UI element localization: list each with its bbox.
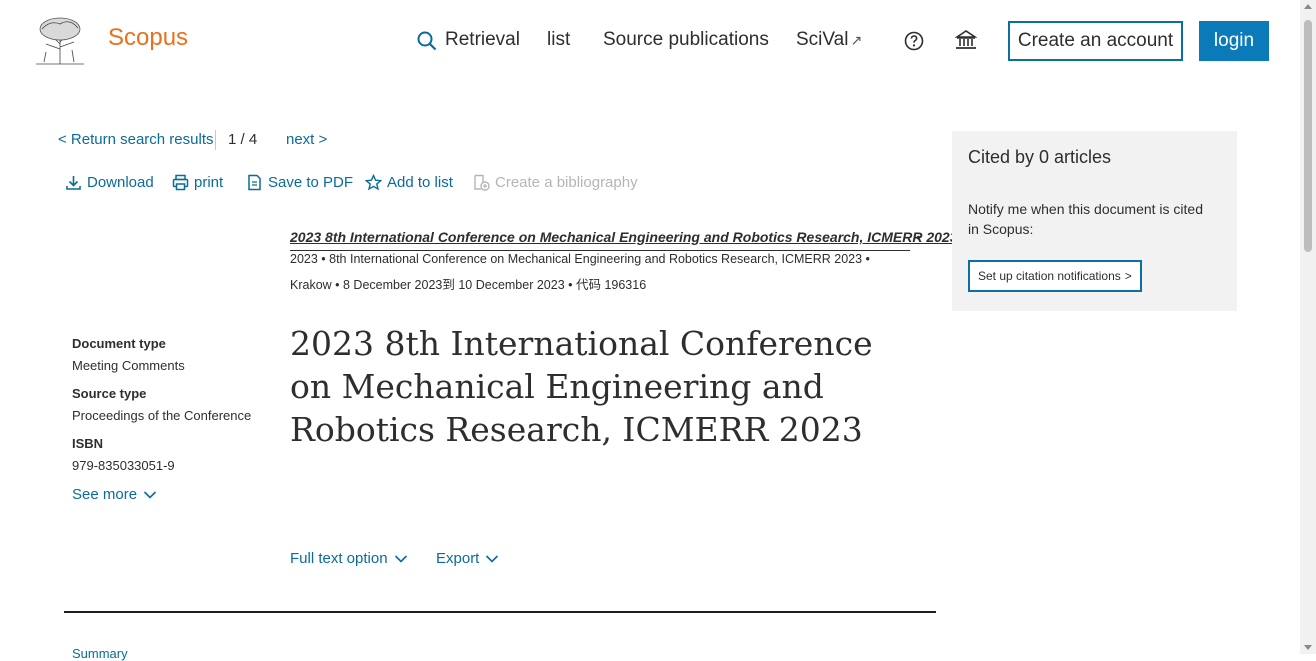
nav-scival-label: SciVal	[796, 29, 849, 50]
cited-by-heading: Cited by 0 articles	[968, 147, 1112, 167]
help-icon[interactable]	[904, 31, 924, 51]
create-account-button[interactable]: Create an account	[1008, 21, 1183, 61]
section-divider	[64, 611, 936, 613]
setup-citation-notifications-button[interactable]: Set up citation notifications >	[968, 260, 1142, 292]
add-to-list-button[interactable]: Add to list	[365, 174, 453, 191]
scroll-down-arrow-icon[interactable]	[1304, 645, 1312, 650]
isbn-value: 979-835033051-9	[72, 458, 175, 473]
citation-notify-text: Notify me when this document is cited in…	[968, 201, 1203, 237]
external-link-icon: ↗	[850, 32, 863, 48]
vertical-scrollbar[interactable]	[1300, 0, 1316, 654]
document-type-label: Document type	[72, 336, 166, 351]
next-result-link[interactable]: next >	[286, 131, 327, 148]
print-button[interactable]: print	[172, 174, 223, 191]
pdf-icon	[248, 174, 261, 191]
create-bibliography-label: Create a bibliography	[495, 174, 638, 191]
save-to-pdf-label: Save to PDF	[268, 174, 354, 191]
cited-by-panel: Cited by 0 articles Notify me when this …	[952, 131, 1237, 311]
scopus-logo-text[interactable]: Scopus	[108, 24, 188, 52]
chevron-down-icon	[394, 554, 407, 563]
print-icon	[172, 174, 189, 191]
nav-retrieval[interactable]: Retrieval	[445, 29, 520, 51]
export-button[interactable]: Export	[436, 550, 499, 567]
see-more-label: See more	[72, 486, 138, 503]
setup-citation-notifications-label: Set up citation notifications	[978, 269, 1121, 283]
download-icon	[66, 176, 81, 190]
elsevier-tree-logo-icon[interactable]	[32, 14, 88, 66]
source-type-label: Source type	[72, 386, 147, 401]
create-bibliography-button[interactable]: Create a bibliography	[473, 174, 638, 191]
return-search-results-link[interactable]: < Return search results	[58, 131, 214, 148]
source-volume-line: 2023 • 8th International Conference on M…	[290, 252, 870, 266]
add-to-list-label: Add to list	[387, 174, 453, 191]
nav-list[interactable]: list	[547, 29, 570, 51]
isbn-label: ISBN	[72, 436, 104, 451]
download-button[interactable]: Download	[65, 174, 154, 191]
result-page-indicator: 1 / 4	[228, 131, 258, 148]
source-title-link[interactable]: 2023 8th International Conference on Mec…	[290, 229, 958, 245]
bibliography-icon	[474, 174, 490, 191]
document-type-value: Meeting Comments	[72, 358, 185, 373]
export-label: Export	[436, 550, 480, 567]
full-text-option-label: Full text option	[290, 550, 388, 567]
full-text-option-button[interactable]: Full text option	[290, 550, 408, 567]
document-title: 2023 8th International Conference on Mec…	[290, 324, 873, 449]
chevron-right-icon: >	[1124, 269, 1132, 283]
see-more-button[interactable]: See more	[72, 486, 157, 503]
star-icon	[365, 174, 382, 191]
chevron-down-icon	[143, 490, 157, 499]
print-label: print	[194, 174, 224, 191]
top-header: Scopus Retrieval list Source publication…	[0, 0, 1300, 84]
download-label: Download	[87, 174, 154, 191]
conference-details-line: Krakow • 8 December 2023到 10 December 20…	[290, 278, 647, 292]
chevron-down-icon	[486, 554, 499, 563]
nav-scival[interactable]: SciVal ↗	[796, 29, 862, 51]
save-to-pdf-button[interactable]: Save to PDF	[246, 174, 353, 191]
source-underline	[290, 250, 910, 251]
search-icon[interactable]	[417, 31, 437, 51]
institution-icon[interactable]	[955, 29, 977, 51]
source-type-value: Proceedings of the Conference	[72, 408, 252, 423]
scrollbar-thumb[interactable]	[1304, 20, 1312, 252]
nav-source-publications[interactable]: Source publications	[603, 29, 769, 51]
breadcrumb-divider	[215, 130, 216, 150]
source-title-bullet: •	[916, 229, 921, 245]
login-button[interactable]: login	[1199, 21, 1269, 61]
scroll-up-arrow-icon[interactable]	[1304, 4, 1312, 9]
